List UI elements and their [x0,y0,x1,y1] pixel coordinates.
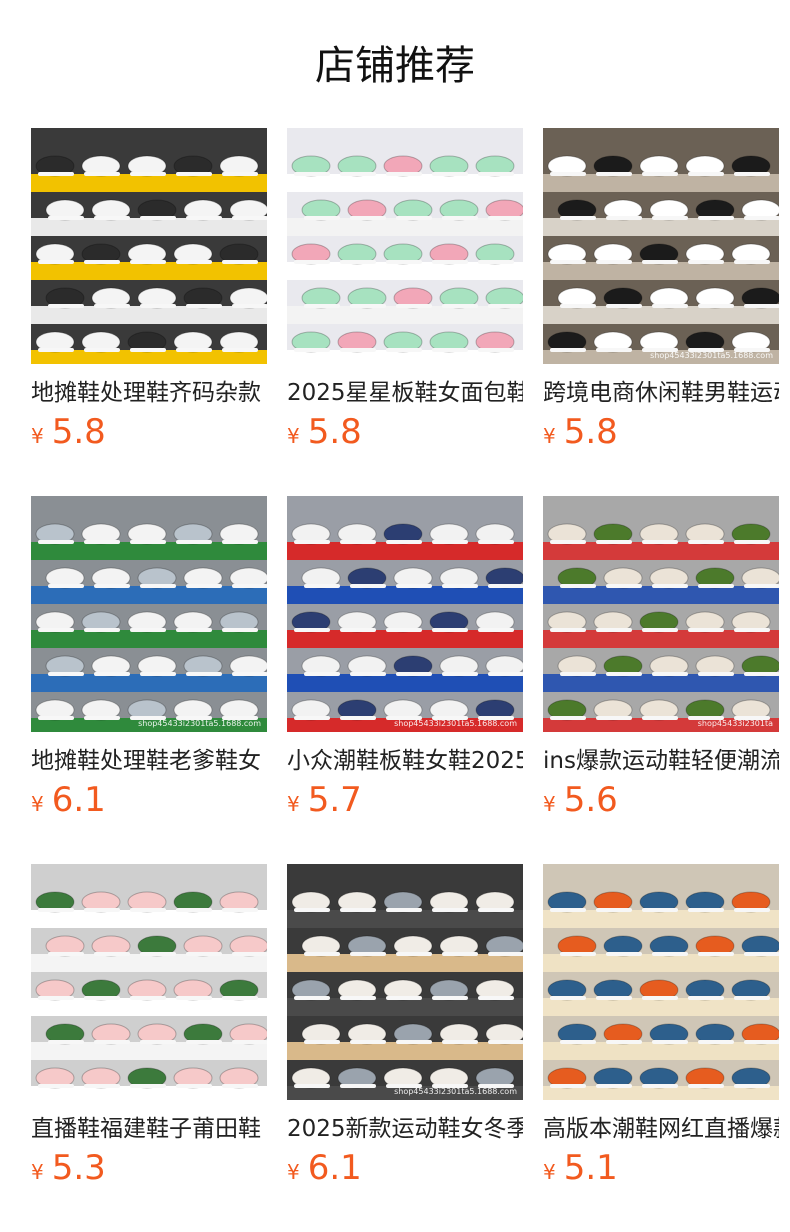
product-image[interactable] [543,864,779,1100]
shoe-display-photo-icon [31,496,267,732]
product-card[interactable]: shop45433i2301ta5.1688.com 小众潮鞋板鞋女鞋2025 ¥5… [287,496,523,864]
product-price: ¥5.6 [543,780,779,826]
shoe-display-photo-icon [287,496,523,732]
product-price: ¥6.1 [31,780,267,826]
product-card[interactable]: shop45433i2301ta5.1688.com 跨境电商休闲鞋男鞋运动 ¥5.… [543,128,779,496]
product-title[interactable]: 直播鞋福建鞋子莆田鞋 [31,1112,267,1146]
price-amount: 6.1 [307,1148,362,1188]
product-card[interactable]: shop45433i2301ta5.1688.com 2025新款运动鞋女冬季 ¥6… [287,864,523,1232]
product-card[interactable]: shop45433i2301ta ins爆款运动鞋轻便潮流 ¥5.6 [543,496,779,864]
product-title[interactable]: 高版本潮鞋网红直播爆款 [543,1112,779,1146]
product-image[interactable] [31,864,267,1100]
currency-symbol: ¥ [31,424,44,448]
shoe-display-photo-icon [287,128,523,364]
product-price: ¥6.1 [287,1148,523,1194]
watermark-text: shop45433i2301ta5.1688.com [138,719,261,728]
product-price: ¥5.3 [31,1148,267,1194]
watermark-text: shop45433i2301ta [697,719,773,728]
product-title[interactable]: ins爆款运动鞋轻便潮流 [543,744,779,778]
product-image[interactable]: shop45433i2301ta5.1688.com [543,128,779,364]
shoe-display-photo-icon [543,128,779,364]
currency-symbol: ¥ [31,792,44,816]
currency-symbol: ¥ [543,424,556,448]
product-image[interactable]: shop45433i2301ta5.1688.com [287,864,523,1100]
currency-symbol: ¥ [287,792,300,816]
product-title[interactable]: 小众潮鞋板鞋女鞋2025 [287,744,523,778]
product-price: ¥5.7 [287,780,523,826]
currency-symbol: ¥ [543,792,556,816]
currency-symbol: ¥ [287,1160,300,1184]
shoe-display-photo-icon [543,864,779,1100]
product-title[interactable]: 2025新款运动鞋女冬季 [287,1112,523,1146]
product-card[interactable]: 直播鞋福建鞋子莆田鞋 ¥5.3 [31,864,267,1232]
product-price: ¥5.8 [287,412,523,458]
product-image[interactable] [31,128,267,364]
price-amount: 5.8 [563,412,618,452]
product-card[interactable]: shop45433i2301ta5.1688.com 地摊鞋处理鞋老爹鞋女 ¥6.1 [31,496,267,864]
shoe-display-photo-icon [287,864,523,1100]
product-title[interactable]: 地摊鞋处理鞋老爹鞋女 [31,744,267,778]
shoe-display-photo-icon [31,128,267,364]
price-amount: 5.8 [51,412,106,452]
watermark-text: shop45433i2301ta5.1688.com [650,351,773,360]
product-image[interactable]: shop45433i2301ta5.1688.com [287,496,523,732]
price-amount: 6.1 [51,780,106,820]
product-card[interactable]: 2025星星板鞋女面包鞋 ¥5.8 [287,128,523,496]
product-image[interactable] [287,128,523,364]
product-grid: 地摊鞋处理鞋齐码杂款 ¥5.8 2025星星板鞋女面包鞋 ¥5.8 shop45433i… [31,128,779,1232]
product-price: ¥5.8 [31,412,267,458]
product-price: ¥5.8 [543,412,779,458]
currency-symbol: ¥ [31,1160,44,1184]
currency-symbol: ¥ [543,1160,556,1184]
product-price: ¥5.1 [543,1148,779,1194]
price-amount: 5.6 [563,780,618,820]
price-amount: 5.3 [51,1148,106,1188]
watermark-text: shop45433i2301ta5.1688.com [394,719,517,728]
price-amount: 5.7 [307,780,362,820]
watermark-text: shop45433i2301ta5.1688.com [394,1087,517,1096]
price-amount: 5.8 [307,412,362,452]
product-image[interactable]: shop45433i2301ta [543,496,779,732]
product-title[interactable]: 地摊鞋处理鞋齐码杂款 [31,376,267,410]
currency-symbol: ¥ [287,424,300,448]
product-image[interactable]: shop45433i2301ta5.1688.com [31,496,267,732]
product-card[interactable]: 地摊鞋处理鞋齐码杂款 ¥5.8 [31,128,267,496]
product-card[interactable]: 高版本潮鞋网红直播爆款 ¥5.1 [543,864,779,1232]
shoe-display-photo-icon [543,496,779,732]
product-title[interactable]: 跨境电商休闲鞋男鞋运动 [543,376,779,410]
price-amount: 5.1 [563,1148,618,1188]
shoe-display-photo-icon [31,864,267,1100]
page-title: 店铺推荐 [315,43,475,89]
product-title[interactable]: 2025星星板鞋女面包鞋 [287,376,523,410]
